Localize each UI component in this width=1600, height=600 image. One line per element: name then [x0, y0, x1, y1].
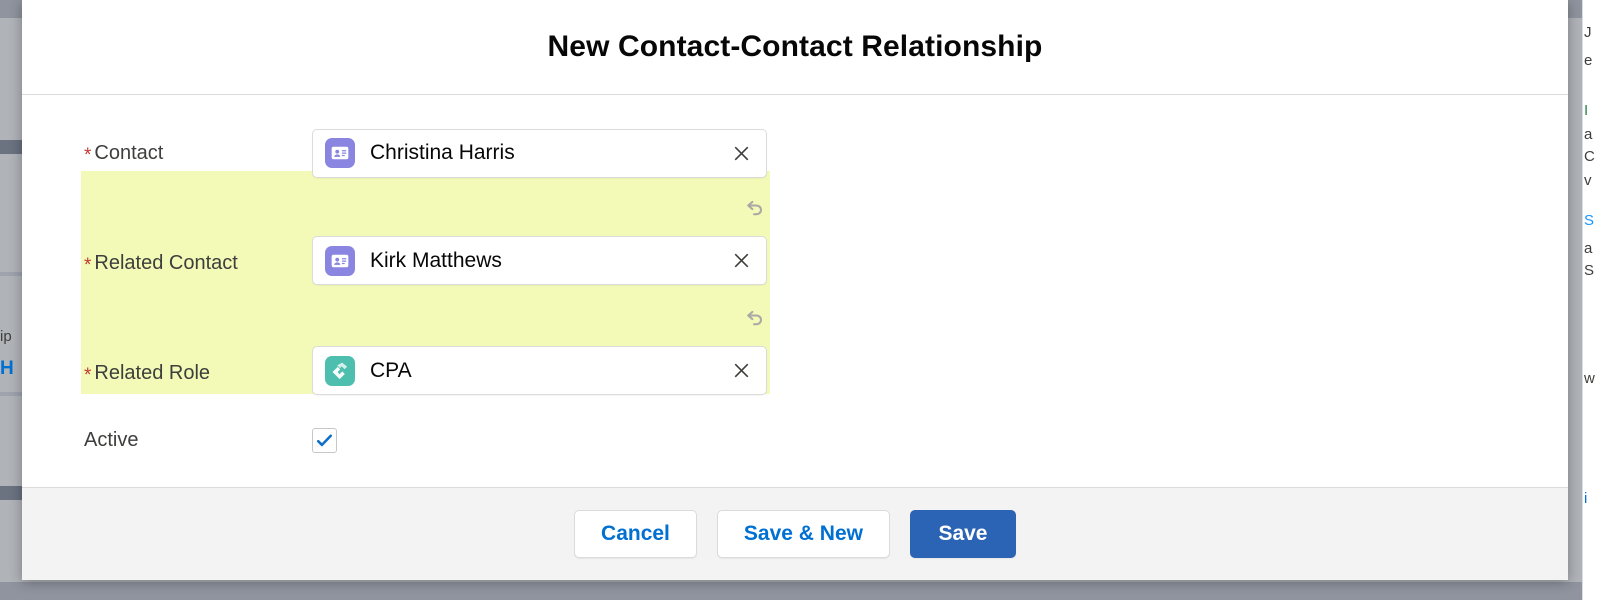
lookup-input-related-contact[interactable]: Kirk Matthews — [312, 236, 767, 285]
background-right-fragment: e — [1584, 52, 1592, 69]
close-icon[interactable] — [728, 248, 754, 274]
cancel-button[interactable]: Cancel — [574, 510, 697, 558]
required-asterisk: * — [84, 366, 91, 385]
handshake-icon — [325, 356, 355, 386]
field-label-contact: * Contact — [84, 142, 312, 165]
save-button[interactable]: Save — [910, 510, 1016, 558]
lookup-value-contact: Christina Harris — [370, 141, 728, 165]
save-and-new-button[interactable]: Save & New — [717, 510, 890, 558]
background-right-fragment: S — [1584, 212, 1594, 229]
field-control-contact: Christina Harris — [312, 129, 767, 178]
background-right-fragment: J — [1584, 24, 1592, 41]
background-band — [0, 582, 1600, 600]
background-right-fragment: w — [1584, 370, 1595, 387]
field-label-text: Contact — [94, 142, 163, 165]
required-asterisk: * — [84, 146, 91, 165]
field-control-related-role: CPA — [312, 346, 767, 409]
background-band — [0, 486, 22, 500]
field-label-text: Related Contact — [94, 252, 237, 275]
background-right-fragment: C — [1584, 148, 1595, 165]
background-right-fragment: a — [1584, 126, 1592, 143]
active-checkbox[interactable] — [312, 428, 337, 453]
background-band — [0, 272, 22, 276]
field-control-active — [312, 428, 767, 453]
undo-arrow-icon[interactable] — [738, 305, 768, 335]
lookup-value-related-contact: Kirk Matthews — [370, 249, 728, 273]
background-right-fragment: v — [1584, 172, 1592, 189]
contact-card-icon — [325, 138, 355, 168]
lookup-input-related-role[interactable]: CPA — [312, 346, 767, 395]
background-right-fragment: I — [1584, 102, 1588, 119]
form-row-active: Active — [22, 409, 1568, 471]
contact-card-icon — [325, 246, 355, 276]
background-right-fragment: i — [1584, 490, 1587, 507]
modal-footer: Cancel Save & New Save — [22, 487, 1568, 580]
background-left-fragment: ip — [0, 328, 12, 345]
field-label-text: Related Role — [94, 362, 210, 385]
lookup-input-contact[interactable]: Christina Harris — [312, 129, 767, 178]
background-right-fragment: a — [1584, 240, 1592, 257]
background-band — [0, 392, 22, 396]
form-row-related-contact: * Related Contact Kir — [22, 189, 1568, 299]
checkmark-icon — [316, 432, 333, 449]
field-control-related-contact: Kirk Matthews — [312, 236, 767, 299]
background-band — [0, 140, 22, 154]
required-asterisk: * — [84, 256, 91, 275]
undo-arrow-icon[interactable] — [738, 195, 768, 225]
modal-header: New Contact-Contact Relationship — [22, 0, 1568, 95]
modal-body: * Contact Christina H — [22, 95, 1568, 487]
lookup-value-related-role: CPA — [370, 359, 728, 383]
background-right-column: J e I a C v S a S w i — [1582, 0, 1600, 600]
close-icon[interactable] — [728, 140, 754, 166]
new-relationship-modal: New Contact-Contact Relationship * Conta… — [22, 0, 1568, 580]
close-icon[interactable] — [728, 358, 754, 384]
field-label-related-contact: * Related Contact — [84, 252, 312, 299]
field-label-active: Active — [84, 429, 312, 452]
field-label-related-role: * Related Role — [84, 362, 312, 409]
form-row-contact: * Contact Christina H — [22, 117, 1568, 189]
field-label-text: Active — [84, 429, 138, 452]
form-row-related-role: * Related Role CPA — [22, 299, 1568, 409]
background-left-link-fragment: H — [0, 358, 14, 380]
modal-title: New Contact-Contact Relationship — [548, 30, 1043, 64]
background-right-fragment: S — [1584, 262, 1594, 279]
